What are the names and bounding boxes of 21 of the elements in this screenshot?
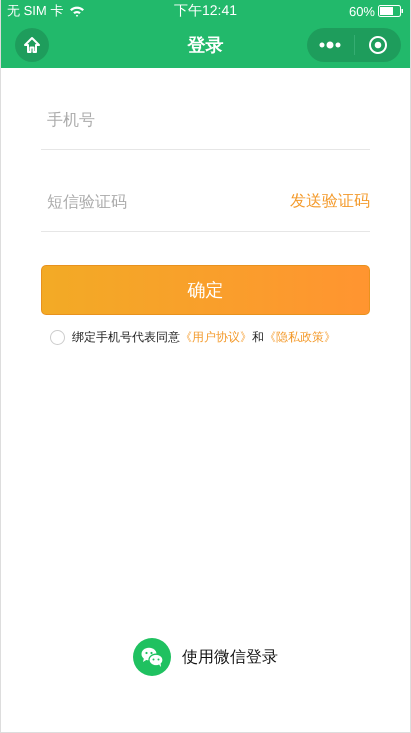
code-field[interactable]: 短信验证码 xyxy=(41,192,290,210)
and-text: 和 xyxy=(252,329,264,346)
battery-icon xyxy=(378,5,404,17)
send-code-link[interactable]: 发送验证码 xyxy=(290,190,370,212)
phone-field[interactable]: 手机号 xyxy=(41,110,370,128)
wifi-icon xyxy=(69,5,86,17)
confirm-button[interactable]: 确定 xyxy=(41,265,370,315)
home-icon xyxy=(22,35,42,55)
user-agreement-link[interactable]: 《用户协议》 xyxy=(180,329,252,346)
time-text: 下午12:41 xyxy=(174,2,238,20)
privacy-policy-link[interactable]: 《隐私政策》 xyxy=(264,329,336,346)
battery-text: 60% xyxy=(348,4,375,18)
more-icon xyxy=(319,41,342,49)
chat-bubbles-icon xyxy=(133,638,171,676)
target-icon xyxy=(368,35,388,55)
home-button[interactable] xyxy=(15,28,49,62)
agree-checkbox[interactable] xyxy=(50,330,65,345)
page-title: 登录 xyxy=(188,34,224,57)
wechat-login-link[interactable]: 使用微信登录 xyxy=(182,646,278,668)
agreement-text: 绑定手机号代表同意 xyxy=(72,329,180,346)
carrier-text: 无 SIM 卡 xyxy=(7,2,64,20)
